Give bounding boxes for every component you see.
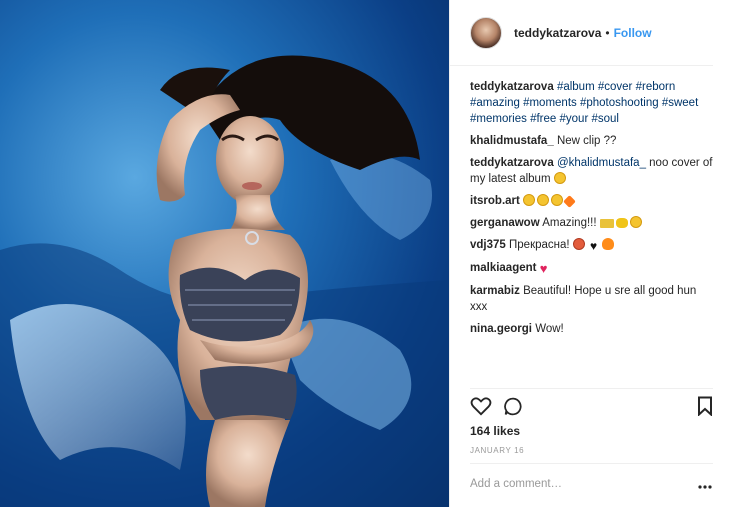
- comment-author[interactable]: teddykatzarova: [470, 157, 554, 169]
- comment-tag-link[interactable]: #sweet: [662, 97, 698, 109]
- divider: [470, 388, 713, 389]
- comment-bubble-icon[interactable]: [503, 396, 524, 420]
- sweat-smile-emoji: [553, 172, 566, 184]
- likes-count[interactable]: 164 likes: [470, 424, 520, 438]
- comment-tag-link[interactable]: #reborn: [636, 81, 676, 93]
- black-heart-emoji: ♥: [590, 239, 598, 253]
- fire-emoji: [602, 238, 615, 250]
- comment-tag-link[interactable]: #free: [530, 113, 556, 125]
- comment-item: teddykatzarova @khalidmustafa_ noo cover…: [470, 155, 713, 187]
- post-photo[interactable]: [0, 0, 449, 507]
- collision-emoji: [563, 195, 576, 208]
- comment-tag-link[interactable]: #soul: [592, 113, 620, 125]
- avatar[interactable]: [470, 16, 502, 49]
- comment-text: New clip ??: [556, 135, 617, 147]
- comment-tag-link[interactable]: #moments: [523, 97, 577, 109]
- comment-author[interactable]: nina.georgi: [470, 323, 532, 335]
- heart-eyes-emoji: [629, 216, 642, 228]
- action-bar: [470, 396, 713, 418]
- comment-item: khalidmustafa_ New clip ??: [470, 133, 713, 149]
- add-comment-input[interactable]: [470, 474, 685, 494]
- header-username[interactable]: teddykatzarova: [514, 26, 601, 40]
- comment-author[interactable]: karmabiz: [470, 285, 520, 297]
- header-separator: •: [605, 25, 610, 40]
- comment-item: malkiaagent ♥: [470, 260, 713, 277]
- comment-item: teddykatzarova #album #cover #reborn #am…: [470, 79, 713, 127]
- comment-text: Wow!: [535, 323, 564, 335]
- comment-item: vdj375 Прекрасна! ♥: [470, 237, 713, 254]
- heart-eyes-emoji: [551, 194, 564, 206]
- bookmark-icon[interactable]: [697, 396, 713, 419]
- heart-eyes-emoji: [523, 194, 536, 206]
- follow-button[interactable]: Follow: [614, 26, 652, 40]
- photo-artwork: [0, 55, 449, 507]
- comments-list: teddykatzarova #album #cover #reborn #am…: [470, 79, 713, 379]
- comment-tag-link[interactable]: #cover: [598, 81, 633, 93]
- comment-author[interactable]: malkiaagent: [470, 262, 536, 274]
- angry-emoji: [572, 238, 585, 250]
- comment-tag-link[interactable]: #album: [557, 81, 595, 93]
- comment-author[interactable]: itsrob.art: [470, 195, 520, 207]
- comment-item: karmabiz Beautiful! Hope u sre all good …: [470, 283, 713, 315]
- comment-tag-link[interactable]: #amazing: [470, 97, 520, 109]
- comment-author[interactable]: khalidmustafa_: [470, 135, 554, 147]
- comment-item: itsrob.art: [470, 193, 713, 209]
- comment-text: Прекрасна!: [509, 239, 573, 251]
- divider: [470, 463, 713, 464]
- more-options-icon[interactable]: [698, 478, 712, 492]
- post-date[interactable]: JANUARY 16: [470, 446, 524, 455]
- heart-eyes-emoji: [537, 194, 550, 206]
- post-header: teddykatzarova • Follow: [450, 0, 713, 66]
- comment-text: Amazing!!!: [542, 217, 600, 229]
- comment-author[interactable]: teddykatzarova: [470, 81, 554, 93]
- heart-outline-icon[interactable]: [470, 396, 492, 419]
- post-panel: teddykatzarova • Follow teddykatzarova #…: [449, 0, 730, 507]
- comment-tag-link[interactable]: @khalidmustafa_: [557, 157, 646, 169]
- comment-tag-link[interactable]: #memories: [470, 113, 527, 125]
- red-heart-emoji: ♥: [539, 261, 548, 276]
- comment-item: gerganawow Amazing!!!: [470, 215, 713, 231]
- money-emoji: [599, 219, 614, 228]
- comment-author[interactable]: vdj375: [470, 239, 506, 251]
- comment-item: nina.georgi Wow!: [470, 321, 713, 337]
- comment-author[interactable]: gerganawow: [470, 217, 540, 229]
- bee-emoji: [615, 218, 628, 228]
- comment-tag-link[interactable]: #photoshooting: [580, 97, 659, 109]
- comment-tag-link[interactable]: #your: [560, 113, 589, 125]
